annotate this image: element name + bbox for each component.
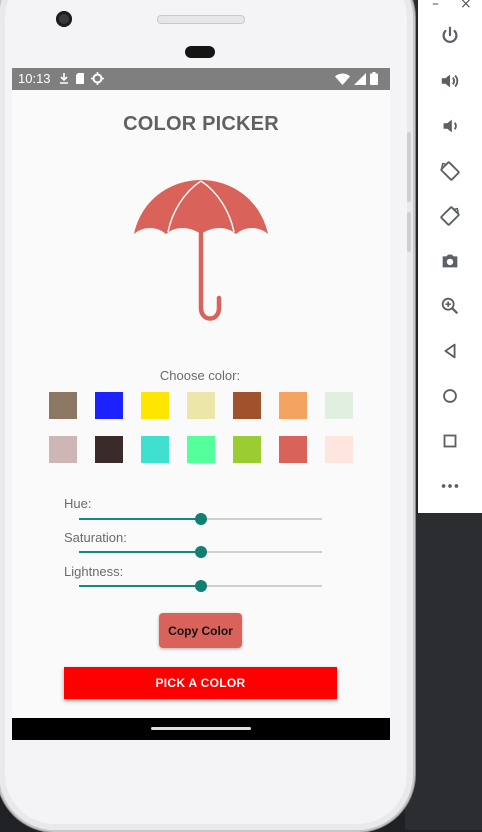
color-swatch[interactable] xyxy=(187,436,215,463)
color-swatch[interactable] xyxy=(95,392,123,419)
front-camera xyxy=(56,11,72,27)
rotate-right-icon xyxy=(440,206,460,226)
lightness-slider-thumb[interactable] xyxy=(195,580,207,592)
color-swatch[interactable] xyxy=(325,392,353,419)
color-swatch-grid xyxy=(49,392,355,463)
page-title: COLOR PICKER xyxy=(123,113,279,135)
download-icon xyxy=(60,73,68,84)
back-button[interactable] xyxy=(436,337,464,365)
color-swatch[interactable] xyxy=(187,392,215,419)
home-gesture-pill[interactable] xyxy=(151,727,251,730)
color-swatch[interactable] xyxy=(233,392,261,419)
color-swatch[interactable] xyxy=(141,392,169,419)
hue-label: Hue: xyxy=(64,496,92,511)
color-swatch[interactable] xyxy=(325,436,353,463)
color-swatch[interactable] xyxy=(141,436,169,463)
camera-icon xyxy=(442,254,458,268)
wifi-icon xyxy=(335,73,350,85)
status-system-icons xyxy=(335,72,378,85)
lightness-slider[interactable] xyxy=(79,579,322,593)
zoom-icon xyxy=(441,297,459,315)
volume-up-icon xyxy=(441,74,459,88)
battery-icon xyxy=(370,72,378,85)
copy-color-button[interactable]: Copy Color xyxy=(159,613,242,648)
pick-color-button[interactable]: PICK A COLOR xyxy=(64,667,337,699)
overview-button[interactable] xyxy=(436,427,464,455)
saturation-label: Saturation: xyxy=(64,530,127,545)
phone-side-button xyxy=(407,132,411,202)
saturation-slider[interactable] xyxy=(79,545,322,559)
sd-card-icon xyxy=(76,73,84,84)
proximity-sensor xyxy=(185,46,215,58)
home-button[interactable] xyxy=(436,382,464,410)
hue-slider[interactable] xyxy=(79,512,322,526)
status-bar: 10:13 xyxy=(12,68,390,90)
status-notification-icons xyxy=(59,72,104,85)
settings-gear-icon xyxy=(91,72,104,85)
hue-slider-thumb[interactable] xyxy=(195,513,207,525)
color-swatch[interactable] xyxy=(279,392,307,419)
screenshot-button[interactable] xyxy=(436,247,464,275)
navigation-bar xyxy=(12,718,390,740)
volume-down-icon xyxy=(443,119,457,133)
color-swatch[interactable] xyxy=(233,436,261,463)
earpiece-speaker xyxy=(157,15,245,24)
saturation-slider-thumb[interactable] xyxy=(195,546,207,558)
rotate-left-icon xyxy=(440,161,460,181)
volume-up-button[interactable] xyxy=(436,67,464,95)
back-icon xyxy=(444,343,456,359)
choose-color-label: Choose color: xyxy=(159,368,241,383)
power-icon xyxy=(442,26,458,43)
home-icon xyxy=(443,389,457,403)
color-swatch[interactable] xyxy=(95,436,123,463)
phone-screen: 10:13 COLOR PICKER Choose color: Hue: Sa… xyxy=(12,68,390,740)
color-swatch[interactable] xyxy=(279,436,307,463)
more-icon xyxy=(441,484,459,488)
signal-icon xyxy=(354,72,366,85)
emulator-toolbar: – × xyxy=(418,0,482,513)
status-time: 10:13 xyxy=(18,71,51,86)
zoom-button[interactable] xyxy=(436,292,464,320)
overview-icon xyxy=(443,434,457,448)
color-swatch[interactable] xyxy=(49,436,77,463)
more-button[interactable] xyxy=(436,472,464,500)
volume-down-button[interactable] xyxy=(436,112,464,140)
rotate-left-button[interactable] xyxy=(436,157,464,185)
rotate-right-button[interactable] xyxy=(436,202,464,230)
power-button[interactable] xyxy=(436,22,464,50)
umbrella-icon xyxy=(134,180,268,321)
close-window-button[interactable]: × xyxy=(460,0,472,12)
minimize-window-button[interactable]: – xyxy=(432,0,439,12)
color-swatch[interactable] xyxy=(49,392,77,419)
lightness-label: Lightness: xyxy=(64,564,124,579)
phone-side-button xyxy=(407,212,411,252)
